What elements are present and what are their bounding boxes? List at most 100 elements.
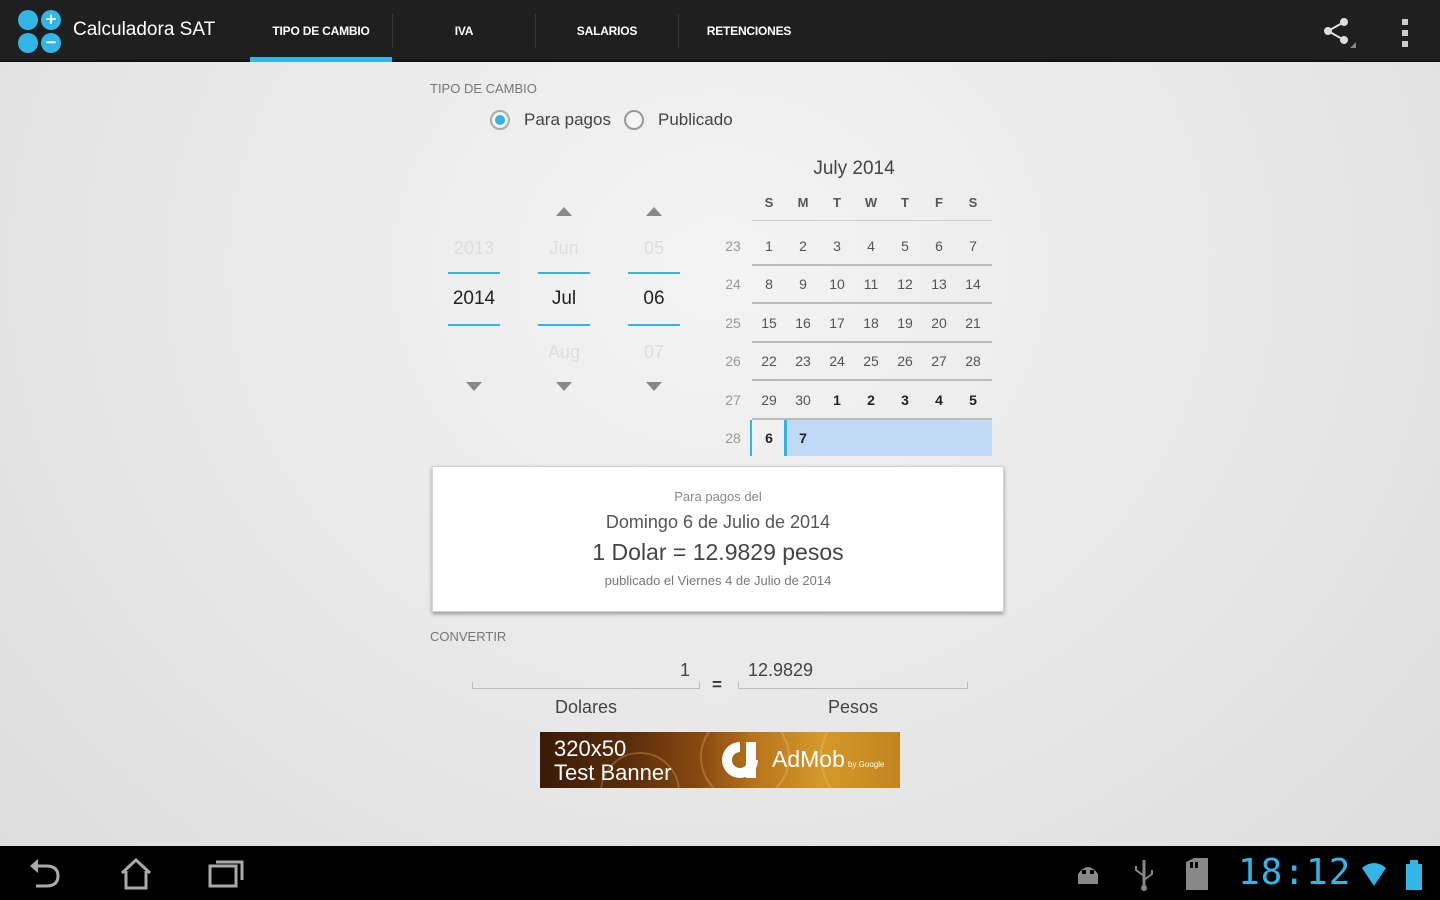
day-next[interactable]: 07: [626, 342, 682, 363]
week-number: 26: [725, 353, 741, 370]
recent-apps-icon[interactable]: [206, 856, 246, 892]
tab-iva[interactable]: IVA: [393, 0, 535, 62]
dolares-value: 1: [679, 660, 690, 680]
spinner-divider: [628, 324, 680, 326]
result-caption: Para pagos del: [674, 489, 762, 504]
radio-selected-icon[interactable]: [490, 110, 510, 130]
pesos-input[interactable]: 12.9829: [738, 655, 968, 689]
calendar-day[interactable]: 18: [854, 315, 888, 331]
calendar-day[interactable]: 15: [752, 315, 786, 331]
ad-brand-sub: by Google: [848, 760, 885, 769]
tab-tipo-de-cambio[interactable]: TIPO DE CAMBIO: [250, 0, 392, 62]
calendar-week-row: 25 15 16 17 18 19 20 21: [716, 305, 996, 343]
ad-brand: AdMob: [772, 746, 845, 772]
calendar-day[interactable]: 17: [820, 315, 854, 331]
spinner-divider: [538, 324, 590, 326]
calendar-day[interactable]: 25: [854, 353, 888, 369]
tab-salarios[interactable]: SALARIOS: [536, 0, 678, 62]
day-increment-icon[interactable]: [646, 207, 662, 216]
month-next[interactable]: Aug: [536, 342, 592, 363]
calendar-day[interactable]: 9: [786, 276, 820, 292]
spinner-divider: [448, 324, 500, 326]
calendar-day[interactable]: 10: [820, 276, 854, 292]
calendar-day[interactable]: 5: [956, 392, 990, 408]
back-icon[interactable]: [26, 856, 66, 892]
year-prev[interactable]: 2013: [446, 238, 502, 259]
calendar-day[interactable]: 20: [922, 315, 956, 331]
day-decrement-icon[interactable]: [646, 382, 662, 391]
weekday-header: S: [968, 195, 978, 210]
home-icon[interactable]: [116, 856, 156, 892]
spinner-divider: [448, 272, 500, 274]
week-number: 24: [725, 276, 741, 293]
month-increment-icon[interactable]: [556, 207, 572, 216]
calendar-month-title: July 2014: [813, 158, 895, 179]
month-spinner[interactable]: Jun Jul Aug: [536, 200, 592, 400]
calendar-day[interactable]: 16: [786, 315, 820, 331]
day-spinner[interactable]: 05 06 07: [626, 200, 682, 400]
day-current[interactable]: 06: [626, 288, 682, 310]
calendar-day[interactable]: 19: [888, 315, 922, 331]
calendar-day[interactable]: 23: [786, 353, 820, 369]
calendar-day[interactable]: 4: [854, 238, 888, 254]
year-current[interactable]: 2014: [446, 288, 502, 310]
week-number: 27: [725, 391, 741, 408]
calendar-day[interactable]: 6: [922, 238, 956, 254]
month-current[interactable]: Jul: [536, 288, 592, 310]
equals-sign: =: [712, 675, 722, 694]
ad-size-text: 320x50: [554, 736, 627, 761]
app-logo-icon: + −: [18, 10, 64, 54]
calendar-day[interactable]: 1: [752, 238, 786, 254]
calendar-day[interactable]: 24: [820, 353, 854, 369]
calendar-day[interactable]: 26: [888, 353, 922, 369]
calendar-week-row: 26 22 23 24 25 26 27 28: [716, 343, 996, 382]
calendar-day[interactable]: 22: [752, 353, 786, 369]
radio-para-pagos[interactable]: Para pagos: [490, 110, 611, 130]
calendar-day[interactable]: 7: [956, 238, 990, 254]
month-decrement-icon[interactable]: [556, 382, 572, 391]
calendar-day-selected[interactable]: 6: [752, 430, 786, 446]
calendar-day[interactable]: 30: [786, 392, 820, 408]
day-prev[interactable]: 05: [626, 238, 682, 259]
calendar-day[interactable]: 27: [922, 353, 956, 369]
week-number: 23: [725, 238, 741, 254]
year-decrement-icon[interactable]: [466, 382, 482, 391]
year-spinner[interactable]: 2013 2014: [446, 200, 502, 400]
calendar-day[interactable]: 4: [922, 392, 956, 408]
calendar-day[interactable]: 28: [956, 353, 990, 369]
android-debug-icon: [1078, 867, 1098, 884]
calendar-day[interactable]: 7: [786, 430, 820, 446]
calendar-day[interactable]: 3: [820, 238, 854, 254]
calendar-day[interactable]: 21: [956, 315, 990, 331]
month-prev[interactable]: Jun: [536, 238, 592, 259]
app-title: Calculadora SAT: [73, 19, 216, 40]
calendar-day[interactable]: 13: [922, 276, 956, 292]
weekday-header: F: [935, 195, 943, 210]
calendar-day[interactable]: 1: [820, 392, 854, 408]
dolares-input[interactable]: 1: [472, 655, 700, 689]
calendar-day[interactable]: 12: [888, 276, 922, 292]
calendar-day[interactable]: 29: [752, 392, 786, 408]
calendar-day[interactable]: 14: [956, 276, 990, 292]
spinner-divider: [628, 272, 680, 274]
radio-unselected-icon[interactable]: [624, 110, 644, 130]
action-bar: + − Calculadora SAT TIPO DE CAMBIO IVA S…: [0, 0, 1440, 62]
weekday-header: M: [797, 195, 809, 210]
calendar-day[interactable]: 5: [888, 238, 922, 254]
tab-retenciones[interactable]: RETENCIONES: [679, 0, 819, 62]
calendar-week-row: 23 1 2 3 4 5 6 7: [716, 228, 996, 266]
weekday-header: T: [833, 195, 841, 210]
ad-banner[interactable]: 320x50 Test Banner AdMob by Google: [540, 732, 900, 788]
week-number: 25: [725, 314, 741, 331]
calendar-day[interactable]: 8: [752, 276, 786, 292]
radio-publicado[interactable]: Publicado: [624, 110, 733, 130]
result-rate: 1 Dolar = 12.9829 pesos: [592, 539, 844, 565]
section-label-convertir: CONVERTIR: [430, 629, 507, 644]
share-icon[interactable]: [1320, 16, 1356, 50]
week-number: 28: [725, 430, 741, 446]
calendar-day[interactable]: 3: [888, 392, 922, 408]
overflow-menu-icon[interactable]: [1398, 18, 1412, 48]
calendar-day[interactable]: 11: [854, 276, 888, 292]
calendar-day[interactable]: 2: [854, 392, 888, 408]
calendar-day[interactable]: 2: [786, 238, 820, 254]
